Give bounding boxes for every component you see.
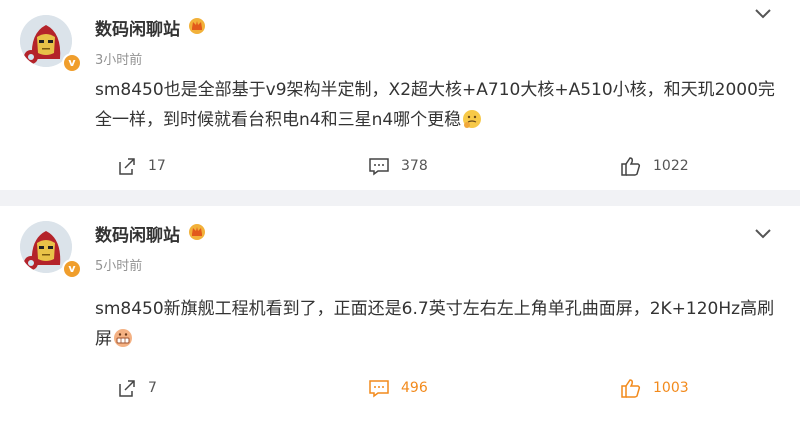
thumbs-up-icon bbox=[621, 379, 641, 398]
like-button[interactable]: 1003 bbox=[620, 376, 689, 400]
weibo-post: v 数码闲聊站 5小时前 sm8450新旗舰工程机看到了，正面还是6.7英寸左右… bbox=[0, 206, 800, 434]
thumbs-up-icon bbox=[621, 157, 641, 176]
grimace-emoji-icon bbox=[114, 329, 132, 347]
share-icon bbox=[119, 380, 135, 397]
verified-badge-icon: v bbox=[62, 259, 82, 279]
like-button[interactable]: 1022 bbox=[620, 154, 689, 178]
post-actions: 17 378 1022 bbox=[0, 154, 800, 178]
crown-icon[interactable] bbox=[188, 222, 206, 240]
username[interactable]: 数码闲聊站 bbox=[95, 221, 180, 246]
share-icon bbox=[119, 158, 135, 175]
verified-badge-icon: v bbox=[62, 53, 82, 73]
like-count: 1022 bbox=[653, 158, 689, 174]
repost-count: 7 bbox=[148, 380, 157, 396]
repost-button[interactable]: 7 bbox=[117, 376, 157, 400]
thinking-emoji-icon bbox=[463, 110, 482, 128]
comment-icon bbox=[369, 380, 389, 398]
post-text: sm8450也是全部基于v9架构半定制，X2超大核+A710大核+A510小核，… bbox=[95, 80, 775, 130]
post-content: sm8450新旗舰工程机看到了，正面还是6.7英寸左右左上角单孔曲面屏，2K+1… bbox=[95, 294, 775, 354]
comment-count: 496 bbox=[401, 380, 428, 396]
post-text: sm8450新旗舰工程机看到了，正面还是6.7英寸左右左上角单孔曲面屏，2K+1… bbox=[95, 299, 775, 349]
like-count: 1003 bbox=[653, 380, 689, 396]
post-time[interactable]: 5小时前 bbox=[95, 255, 142, 274]
comment-button[interactable]: 378 bbox=[368, 154, 428, 178]
chevron-down-icon[interactable] bbox=[754, 226, 772, 240]
weibo-post: v 数码闲聊站 3小时前 sm8450也是全部基于v9架构半定制，X2超大核+A… bbox=[0, 0, 800, 190]
username[interactable]: 数码闲聊站 bbox=[95, 15, 180, 40]
comment-icon bbox=[369, 158, 389, 176]
comment-button[interactable]: 496 bbox=[368, 376, 428, 400]
post-content: sm8450也是全部基于v9架构半定制，X2超大核+A710大核+A510小核，… bbox=[95, 75, 775, 135]
post-time[interactable]: 3小时前 bbox=[95, 49, 142, 68]
crown-icon[interactable] bbox=[188, 16, 206, 34]
post-actions: 7 496 1003 bbox=[0, 376, 800, 400]
repost-count: 17 bbox=[148, 158, 166, 174]
chevron-down-icon[interactable] bbox=[754, 6, 772, 20]
repost-button[interactable]: 17 bbox=[117, 154, 166, 178]
comment-count: 378 bbox=[401, 158, 428, 174]
